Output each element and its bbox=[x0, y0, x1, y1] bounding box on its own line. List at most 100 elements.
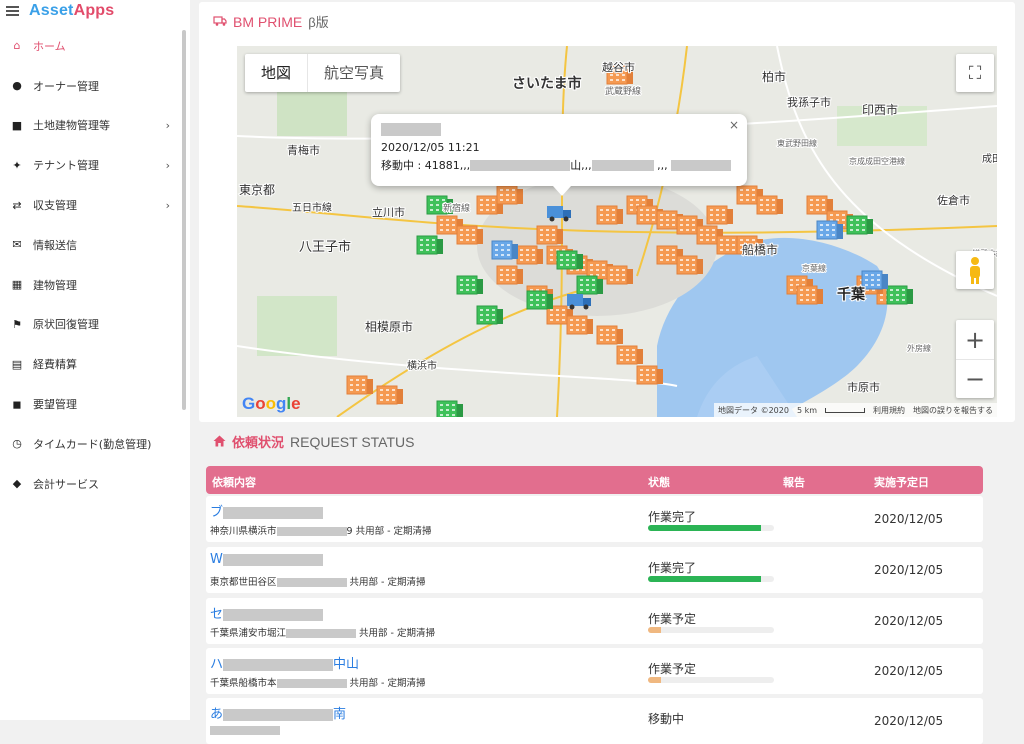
request-subtitle: REQUEST STATUS bbox=[290, 433, 415, 450]
map-section-title: BM PRIME β版 bbox=[213, 12, 329, 31]
sidebar-item-3[interactable]: ✦ テナント管理 › bbox=[0, 145, 190, 185]
table-row[interactable]: W 東京都世田谷区 共用部 - 定期清掃 作業完了 2020/12/05 bbox=[206, 547, 983, 593]
home-icon bbox=[213, 434, 226, 450]
request-icon: ◼ bbox=[12, 397, 22, 411]
request-name-link[interactable]: ハ 中山 bbox=[210, 653, 359, 672]
map-place-label: 立川市 bbox=[372, 205, 405, 219]
sidebar-item-1[interactable]: ● オーナー管理 bbox=[0, 66, 190, 106]
request-name-text: ブ bbox=[210, 505, 224, 520]
zoom-out-button[interactable]: − bbox=[956, 359, 994, 398]
request-address: 神奈川県横浜市 9 共用部 - 定期清掃 bbox=[210, 523, 432, 537]
street-view-pegman-button[interactable] bbox=[956, 251, 994, 289]
address-suffix: 共用部 - 定期清掃 bbox=[346, 678, 426, 689]
map-place-label: 京葉線 bbox=[802, 263, 826, 273]
progress-bar bbox=[648, 576, 774, 582]
redacted-text bbox=[286, 629, 357, 638]
map-place-label: 我孫子市 bbox=[787, 95, 831, 109]
address-suffix: 共用部 - 定期清掃 bbox=[346, 577, 426, 588]
request-address: 東京都世田谷区 共用部 - 定期清掃 bbox=[210, 574, 426, 588]
redacted-text bbox=[222, 553, 323, 566]
map-place-label: 武蔵野線 bbox=[605, 85, 641, 97]
sidebar-item-11[interactable]: ◆ 会計サービス bbox=[0, 464, 190, 504]
sidebar-scrollbar[interactable] bbox=[182, 30, 186, 410]
sidebar-item-label: 要望管理 bbox=[33, 398, 77, 412]
google-logo[interactable]: Google bbox=[242, 394, 301, 414]
fullscreen-button[interactable]: ⛶ bbox=[956, 54, 994, 92]
pegman-icon bbox=[970, 257, 980, 284]
sidebar-item-label: 原状回復管理 bbox=[33, 318, 99, 332]
report-error-link[interactable]: 地図の誤りを報告する bbox=[913, 405, 993, 416]
sidebar-item-label: 収支管理 bbox=[33, 199, 77, 213]
map-place-label: 千葉 bbox=[837, 286, 866, 303]
redacted-text bbox=[276, 527, 347, 536]
map-canvas[interactable]: さいたま市 越谷市柏市我孫子市印西市青梅市東京都五日市線 立川市八王子市相模原市横浜… bbox=[237, 46, 997, 417]
status-label: 作業完了 bbox=[648, 561, 697, 575]
progress-fill bbox=[648, 576, 762, 582]
scheduled-date: 2020/12/05 bbox=[874, 614, 944, 628]
zoom-in-button[interactable]: + bbox=[956, 320, 994, 359]
map-type-control: 地図 航空写真 bbox=[245, 54, 401, 92]
map-place-label: 佐倉市 bbox=[937, 193, 970, 207]
table-row[interactable]: あ南 移動中 2020/12/05 bbox=[206, 698, 983, 744]
info-window-datetime: 2020/12/05 11:21 bbox=[381, 140, 480, 154]
map-data-credit: 地図データ ©2020 bbox=[718, 405, 789, 415]
sidebar-item-label: 会計サービス bbox=[33, 477, 99, 491]
home-icon: ⌂ bbox=[13, 39, 21, 53]
address-prefix: 千葉県浦安市堀江 bbox=[210, 628, 287, 639]
map-info-window: × 2020/12/05 11:21 移動中 : 41881,,, 山,,, ,,… bbox=[371, 114, 747, 196]
request-name-link[interactable]: あ南 bbox=[210, 703, 346, 722]
address-suffix: 共用部 - 定期清掃 bbox=[356, 628, 436, 639]
request-name-link[interactable]: セ bbox=[210, 603, 324, 622]
info-window-close-button[interactable]: × bbox=[729, 118, 739, 132]
redacted-text bbox=[223, 506, 324, 519]
table-row[interactable]: ハ 中山 千葉県船橋市本 共用部 - 定期清掃 作業予定 2020/12/05 bbox=[206, 648, 983, 694]
sidebar-item-10[interactable]: ◷ タイムカード(勤怠管理) bbox=[0, 424, 190, 464]
column-header-status[interactable]: 状態 bbox=[648, 474, 670, 490]
map-subtitle: β版 bbox=[308, 15, 329, 30]
column-header-report[interactable]: 報告 bbox=[783, 474, 805, 490]
info-status-prefix: 移動中 : 41881,,, bbox=[381, 158, 471, 172]
sidebar-item-label: 情報送信 bbox=[33, 238, 77, 252]
tenant-icon: ✦ bbox=[12, 158, 22, 172]
menu-icon[interactable] bbox=[6, 6, 19, 16]
map-scale-bar bbox=[825, 407, 865, 413]
request-section-title: 依頼状況 REQUEST STATUS bbox=[213, 432, 414, 451]
info-window-status: 移動中 : 41881,,, 山,,, ,,, bbox=[381, 157, 737, 173]
redacted-text bbox=[210, 726, 280, 735]
chevron-right-icon: › bbox=[165, 158, 170, 172]
column-header-content[interactable]: 依頼内容 bbox=[212, 474, 256, 490]
column-header-date[interactable]: 実施予定日 bbox=[874, 474, 929, 490]
sidebar-item-9[interactable]: ◼ 要望管理 bbox=[0, 384, 190, 424]
sidebar-item-0[interactable]: ⌂ ホーム bbox=[0, 26, 190, 66]
zoom-control: + − bbox=[956, 320, 994, 398]
status-label: 作業予定 bbox=[648, 612, 697, 626]
map-title: BM PRIME bbox=[233, 13, 303, 30]
sidebar-item-8[interactable]: ▤ 経費精算 bbox=[0, 344, 190, 384]
scheduled-date: 2020/12/05 bbox=[874, 512, 944, 526]
address-suffix: 9 共用部 - 定期清掃 bbox=[346, 526, 432, 537]
terms-link[interactable]: 利用規約 bbox=[873, 405, 905, 416]
sidebar-item-2[interactable]: ■ 土地建物管理等 › bbox=[0, 106, 190, 146]
app-logo[interactable]: AssetApps bbox=[29, 2, 114, 20]
redacted-text bbox=[591, 160, 654, 171]
request-name-link[interactable]: ブ bbox=[210, 501, 324, 520]
map-place-label: 東武野田線 bbox=[777, 138, 817, 148]
map-view[interactable]: さいたま市 越谷市 柏市 我孫子市 印西市 青梅市 東京都 五日市線 立川市 八王子市 相模原市 横浜… bbox=[237, 46, 997, 417]
map-place-label: 横浜市 bbox=[407, 359, 437, 372]
sidebar: AssetApps ⌂ ホーム ● オーナー管理 ■ 土地建物管理等 › ✦ テナント管理 › ⇄ 収… bbox=[0, 0, 190, 720]
table-row[interactable]: セ千葉県浦安市堀江 共用部 - 定期清掃 作業予定 2020/12/05 bbox=[206, 598, 983, 644]
sidebar-item-5[interactable]: ✉ 情報送信 bbox=[0, 225, 190, 265]
address-prefix: 東京都世田谷区 bbox=[210, 577, 277, 588]
map-type-map-button[interactable]: 地図 bbox=[245, 54, 307, 92]
calculator-icon: ▤ bbox=[11, 357, 23, 371]
sidebar-item-4[interactable]: ⇄ 収支管理 › bbox=[0, 185, 190, 225]
map-scale-label[interactable]: 5 km bbox=[797, 406, 817, 415]
table-row[interactable]: ブ神奈川県横浜市 9 共用部 - 定期清掃 作業完了 2020/12/05 bbox=[206, 496, 983, 542]
sidebar-item-7[interactable]: ⚑ 原状回復管理 bbox=[0, 305, 190, 345]
request-name-link[interactable]: W bbox=[210, 552, 323, 567]
chevron-right-icon: › bbox=[165, 118, 170, 132]
request-name-text: ハ bbox=[210, 657, 224, 672]
map-type-satellite-button[interactable]: 航空写真 bbox=[307, 54, 400, 92]
sidebar-item-6[interactable]: ▦ 建物管理 bbox=[0, 265, 190, 305]
truck-icon bbox=[213, 14, 227, 30]
